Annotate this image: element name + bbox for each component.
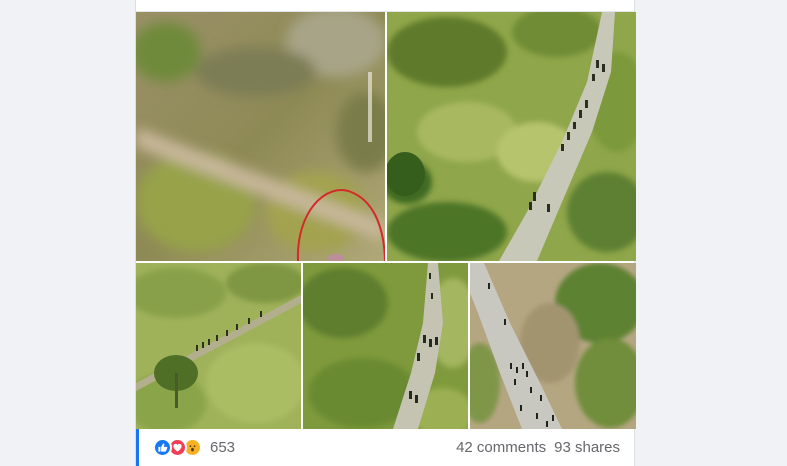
post-photo-1[interactable] xyxy=(136,12,385,261)
shares-count-link[interactable]: 93 shares xyxy=(554,439,620,456)
photo-4-image xyxy=(303,263,468,429)
post-card: 653 42 comments 93 shares xyxy=(135,0,636,466)
post-engagement-bar: 653 42 comments 93 shares xyxy=(136,429,634,466)
like-icon xyxy=(153,438,172,457)
reactions-summary[interactable]: 653 xyxy=(153,438,235,457)
post-photo-2[interactable] xyxy=(387,12,636,261)
comments-count-link[interactable]: 42 comments xyxy=(456,439,546,456)
photo-1-image xyxy=(136,12,385,261)
post-photo-5[interactable] xyxy=(470,263,636,429)
reaction-count: 653 xyxy=(210,439,236,456)
post-header-edge xyxy=(136,0,634,12)
post-photo-3[interactable] xyxy=(136,263,301,429)
photo-3-image xyxy=(136,263,301,429)
photo-2-image xyxy=(387,12,636,261)
photo-5-image xyxy=(470,263,636,429)
post-photo-4[interactable] xyxy=(303,263,468,429)
